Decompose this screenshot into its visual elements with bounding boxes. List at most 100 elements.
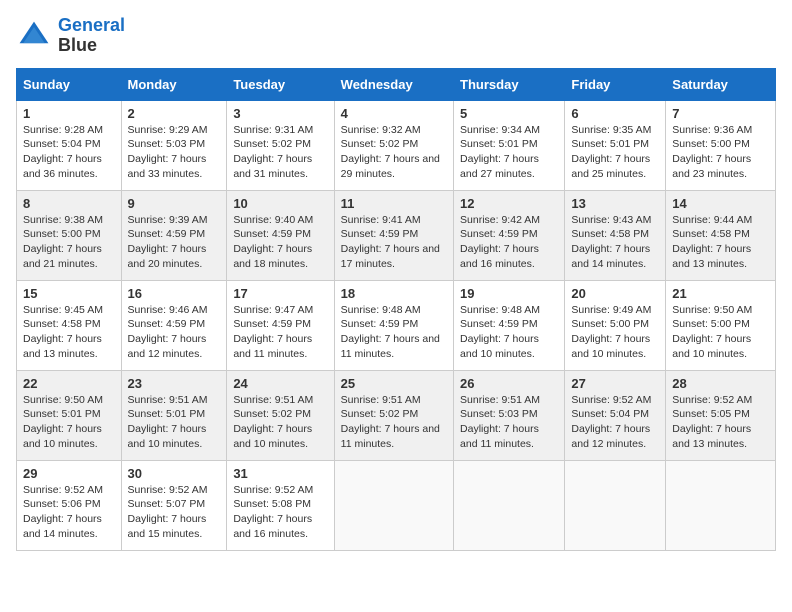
day-info: Sunrise: 9:32 AM Sunset: 5:02 PM Dayligh… [341, 123, 447, 182]
day-info: Sunrise: 9:51 AM Sunset: 5:02 PM Dayligh… [233, 393, 327, 452]
day-number: 9 [128, 196, 221, 211]
calendar-header-row: SundayMondayTuesdayWednesdayThursdayFrid… [17, 68, 776, 100]
calendar-cell: 2 Sunrise: 9:29 AM Sunset: 5:03 PM Dayli… [121, 100, 227, 190]
day-number: 27 [571, 376, 659, 391]
calendar-cell: 11 Sunrise: 9:41 AM Sunset: 4:59 PM Dayl… [334, 190, 453, 280]
column-header-monday: Monday [121, 68, 227, 100]
day-info: Sunrise: 9:39 AM Sunset: 4:59 PM Dayligh… [128, 213, 221, 272]
column-header-friday: Friday [565, 68, 666, 100]
calendar-cell [666, 460, 776, 550]
calendar-cell: 28 Sunrise: 9:52 AM Sunset: 5:05 PM Dayl… [666, 370, 776, 460]
day-number: 22 [23, 376, 115, 391]
day-info: Sunrise: 9:50 AM Sunset: 5:00 PM Dayligh… [672, 303, 769, 362]
day-info: Sunrise: 9:50 AM Sunset: 5:01 PM Dayligh… [23, 393, 115, 452]
day-number: 14 [672, 196, 769, 211]
day-info: Sunrise: 9:31 AM Sunset: 5:02 PM Dayligh… [233, 123, 327, 182]
day-info: Sunrise: 9:48 AM Sunset: 4:59 PM Dayligh… [341, 303, 447, 362]
calendar-cell: 13 Sunrise: 9:43 AM Sunset: 4:58 PM Dayl… [565, 190, 666, 280]
day-number: 30 [128, 466, 221, 481]
day-info: Sunrise: 9:48 AM Sunset: 4:59 PM Dayligh… [460, 303, 558, 362]
day-info: Sunrise: 9:51 AM Sunset: 5:01 PM Dayligh… [128, 393, 221, 452]
day-info: Sunrise: 9:51 AM Sunset: 5:02 PM Dayligh… [341, 393, 447, 452]
calendar-cell: 20 Sunrise: 9:49 AM Sunset: 5:00 PM Dayl… [565, 280, 666, 370]
calendar-cell: 12 Sunrise: 9:42 AM Sunset: 4:59 PM Dayl… [454, 190, 565, 280]
calendar-cell: 30 Sunrise: 9:52 AM Sunset: 5:07 PM Dayl… [121, 460, 227, 550]
day-number: 10 [233, 196, 327, 211]
day-info: Sunrise: 9:28 AM Sunset: 5:04 PM Dayligh… [23, 123, 115, 182]
calendar-cell: 18 Sunrise: 9:48 AM Sunset: 4:59 PM Dayl… [334, 280, 453, 370]
day-info: Sunrise: 9:34 AM Sunset: 5:01 PM Dayligh… [460, 123, 558, 182]
calendar-cell: 7 Sunrise: 9:36 AM Sunset: 5:00 PM Dayli… [666, 100, 776, 190]
calendar-week-row: 8 Sunrise: 9:38 AM Sunset: 5:00 PM Dayli… [17, 190, 776, 280]
page-header: General Blue [16, 16, 776, 56]
day-info: Sunrise: 9:40 AM Sunset: 4:59 PM Dayligh… [233, 213, 327, 272]
calendar-cell: 15 Sunrise: 9:45 AM Sunset: 4:58 PM Dayl… [17, 280, 122, 370]
calendar-cell: 8 Sunrise: 9:38 AM Sunset: 5:00 PM Dayli… [17, 190, 122, 280]
calendar-week-row: 15 Sunrise: 9:45 AM Sunset: 4:58 PM Dayl… [17, 280, 776, 370]
day-number: 7 [672, 106, 769, 121]
calendar-table: SundayMondayTuesdayWednesdayThursdayFrid… [16, 68, 776, 551]
day-info: Sunrise: 9:46 AM Sunset: 4:59 PM Dayligh… [128, 303, 221, 362]
day-info: Sunrise: 9:41 AM Sunset: 4:59 PM Dayligh… [341, 213, 447, 272]
day-info: Sunrise: 9:29 AM Sunset: 5:03 PM Dayligh… [128, 123, 221, 182]
day-number: 23 [128, 376, 221, 391]
day-number: 16 [128, 286, 221, 301]
day-number: 1 [23, 106, 115, 121]
calendar-cell [565, 460, 666, 550]
logo-icon [16, 18, 52, 54]
day-info: Sunrise: 9:52 AM Sunset: 5:07 PM Dayligh… [128, 483, 221, 542]
calendar-cell: 1 Sunrise: 9:28 AM Sunset: 5:04 PM Dayli… [17, 100, 122, 190]
day-info: Sunrise: 9:49 AM Sunset: 5:00 PM Dayligh… [571, 303, 659, 362]
calendar-cell: 9 Sunrise: 9:39 AM Sunset: 4:59 PM Dayli… [121, 190, 227, 280]
day-number: 12 [460, 196, 558, 211]
day-info: Sunrise: 9:52 AM Sunset: 5:06 PM Dayligh… [23, 483, 115, 542]
day-number: 2 [128, 106, 221, 121]
day-info: Sunrise: 9:52 AM Sunset: 5:05 PM Dayligh… [672, 393, 769, 452]
day-number: 31 [233, 466, 327, 481]
calendar-cell: 21 Sunrise: 9:50 AM Sunset: 5:00 PM Dayl… [666, 280, 776, 370]
day-info: Sunrise: 9:52 AM Sunset: 5:08 PM Dayligh… [233, 483, 327, 542]
day-number: 15 [23, 286, 115, 301]
calendar-cell: 22 Sunrise: 9:50 AM Sunset: 5:01 PM Dayl… [17, 370, 122, 460]
day-number: 5 [460, 106, 558, 121]
calendar-cell: 23 Sunrise: 9:51 AM Sunset: 5:01 PM Dayl… [121, 370, 227, 460]
day-info: Sunrise: 9:47 AM Sunset: 4:59 PM Dayligh… [233, 303, 327, 362]
day-number: 24 [233, 376, 327, 391]
day-number: 18 [341, 286, 447, 301]
day-number: 19 [460, 286, 558, 301]
calendar-week-row: 22 Sunrise: 9:50 AM Sunset: 5:01 PM Dayl… [17, 370, 776, 460]
day-number: 8 [23, 196, 115, 211]
day-number: 13 [571, 196, 659, 211]
day-number: 3 [233, 106, 327, 121]
calendar-cell: 24 Sunrise: 9:51 AM Sunset: 5:02 PM Dayl… [227, 370, 334, 460]
column-header-wednesday: Wednesday [334, 68, 453, 100]
calendar-cell [334, 460, 453, 550]
day-info: Sunrise: 9:52 AM Sunset: 5:04 PM Dayligh… [571, 393, 659, 452]
calendar-cell: 19 Sunrise: 9:48 AM Sunset: 4:59 PM Dayl… [454, 280, 565, 370]
day-number: 25 [341, 376, 447, 391]
calendar-week-row: 1 Sunrise: 9:28 AM Sunset: 5:04 PM Dayli… [17, 100, 776, 190]
day-info: Sunrise: 9:45 AM Sunset: 4:58 PM Dayligh… [23, 303, 115, 362]
calendar-cell: 16 Sunrise: 9:46 AM Sunset: 4:59 PM Dayl… [121, 280, 227, 370]
calendar-cell: 5 Sunrise: 9:34 AM Sunset: 5:01 PM Dayli… [454, 100, 565, 190]
column-header-tuesday: Tuesday [227, 68, 334, 100]
calendar-cell: 3 Sunrise: 9:31 AM Sunset: 5:02 PM Dayli… [227, 100, 334, 190]
calendar-cell: 25 Sunrise: 9:51 AM Sunset: 5:02 PM Dayl… [334, 370, 453, 460]
day-info: Sunrise: 9:43 AM Sunset: 4:58 PM Dayligh… [571, 213, 659, 272]
day-info: Sunrise: 9:35 AM Sunset: 5:01 PM Dayligh… [571, 123, 659, 182]
calendar-cell: 26 Sunrise: 9:51 AM Sunset: 5:03 PM Dayl… [454, 370, 565, 460]
column-header-saturday: Saturday [666, 68, 776, 100]
day-number: 17 [233, 286, 327, 301]
logo: General Blue [16, 16, 125, 56]
column-header-sunday: Sunday [17, 68, 122, 100]
day-number: 21 [672, 286, 769, 301]
day-number: 4 [341, 106, 447, 121]
day-number: 29 [23, 466, 115, 481]
day-info: Sunrise: 9:36 AM Sunset: 5:00 PM Dayligh… [672, 123, 769, 182]
day-number: 28 [672, 376, 769, 391]
day-info: Sunrise: 9:51 AM Sunset: 5:03 PM Dayligh… [460, 393, 558, 452]
logo-text: General Blue [58, 16, 125, 56]
day-number: 26 [460, 376, 558, 391]
calendar-cell: 14 Sunrise: 9:44 AM Sunset: 4:58 PM Dayl… [666, 190, 776, 280]
calendar-cell: 10 Sunrise: 9:40 AM Sunset: 4:59 PM Dayl… [227, 190, 334, 280]
